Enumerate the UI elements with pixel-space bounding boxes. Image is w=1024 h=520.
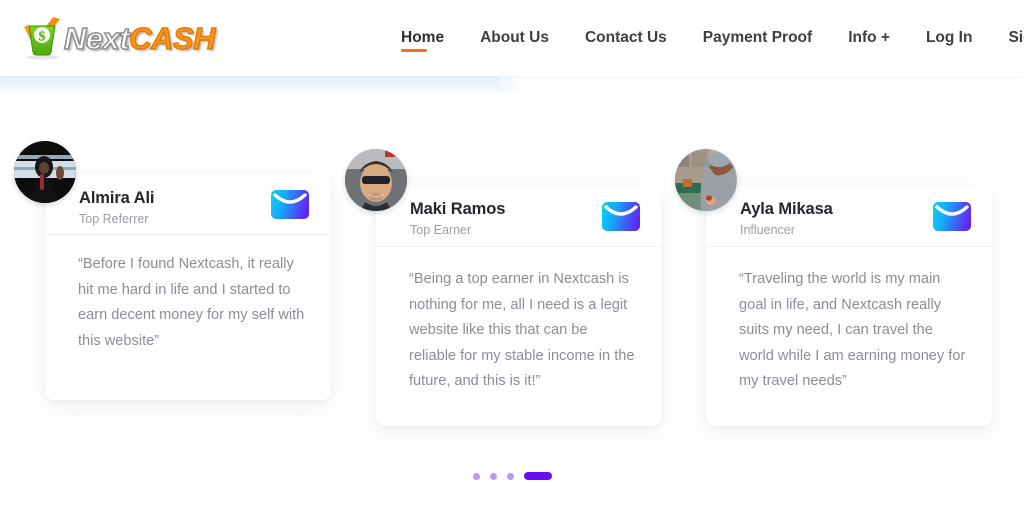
nav-label: Log In [925, 29, 973, 46]
logo-wordmark: NextCASH [63, 20, 217, 56]
page-root: $ NextCASH Home About Us Contact Us Paym… [0, 0, 1024, 520]
logo-text-next: Next [63, 20, 130, 56]
carousel-dot-3[interactable] [506, 472, 514, 480]
testimonials-carousel: Almira Ali Top Referrer “Before I found … [0, 0, 1024, 520]
envelope-icon[interactable] [933, 202, 971, 231]
avatar-photo-man-sunglasses [345, 149, 407, 211]
testimonial-quote: “Traveling the world is my main goal in … [739, 271, 966, 389]
nav-label: Home [401, 29, 445, 46]
nav-item-about-us[interactable]: About Us [462, 0, 567, 76]
nav-item-log-in[interactable]: Log In [908, 0, 991, 76]
logo-text-cash: CASH [129, 20, 217, 56]
carousel-dot-2[interactable] [489, 472, 497, 480]
carousel-pagination [0, 470, 1024, 482]
person-name: Maki Ramos [410, 200, 506, 218]
nav-item-info[interactable]: Info + [830, 0, 908, 76]
nav-item-contact-us[interactable]: Contact Us [567, 0, 685, 76]
testimonial-header: Ayla Mikasa Influencer [706, 185, 992, 247]
testimonial-quote: “Before I found Nextcash, it really hit … [78, 256, 305, 349]
svg-text:$: $ [39, 30, 46, 45]
nav-label: Payment Proof [702, 29, 813, 46]
testimonial-header: Almira Ali Top Referrer [45, 174, 331, 235]
testimonial-quote: “Being a top earner in Nextcash is nothi… [409, 271, 635, 389]
person-role: Top Referrer [79, 212, 149, 226]
carousel-dot-1[interactable] [472, 472, 480, 480]
person-role: Top Earner [410, 223, 472, 237]
testimonial-card[interactable]: Almira Ali Top Referrer “Before I found … [14, 141, 331, 400]
carousel-dot-4-active[interactable] [523, 472, 552, 480]
nav-item-home[interactable]: Home [383, 0, 462, 76]
avatar-photo-traveler [675, 149, 737, 211]
nav-label: Info + [848, 29, 890, 46]
testimonial-card[interactable]: Ayla Mikasa Influencer “Traveling the wo… [675, 149, 992, 426]
site-header: $ NextCASH Home About Us Contact Us Paym… [0, 0, 1024, 76]
active-indicator [401, 49, 427, 52]
nav-label: Contact Us [584, 29, 667, 46]
nav-item-sign-up[interactable]: Sign Up [990, 0, 1024, 76]
person-name: Almira Ali [79, 189, 155, 207]
envelope-icon[interactable] [602, 202, 640, 231]
main-navigation: Home About Us Contact Us Payment Proof I… [383, 0, 1024, 76]
nav-item-payment-proof[interactable]: Payment Proof [685, 0, 830, 76]
testimonial-card[interactable]: Maki Ramos Top Earner “Being a top earne… [345, 149, 661, 426]
person-role: Influencer [740, 223, 795, 237]
nav-label: Sign Up [1008, 29, 1024, 46]
testimonial-header: Maki Ramos Top Earner [376, 185, 661, 247]
envelope-icon[interactable] [271, 190, 309, 219]
basket-dollar-check-icon: $ [20, 16, 66, 60]
site-logo[interactable]: $ NextCASH [20, 12, 220, 64]
nav-label: About Us [480, 29, 549, 46]
avatar-photo-woman-hijab [14, 141, 76, 203]
person-name: Ayla Mikasa [740, 200, 833, 218]
